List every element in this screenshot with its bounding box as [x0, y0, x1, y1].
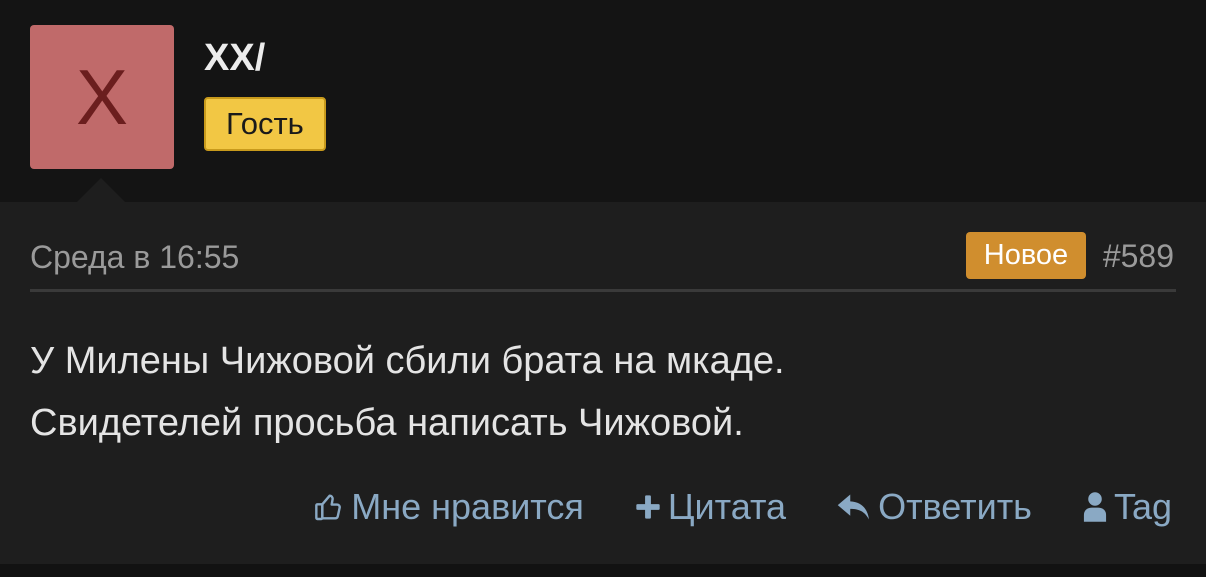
tag-button[interactable]: Tag [1082, 484, 1172, 530]
user-icon [1082, 491, 1108, 523]
post-number[interactable]: #589 [1103, 236, 1174, 276]
post-date[interactable]: Среда в 16:55 [30, 238, 239, 276]
post-body-line: Свидетелей просьба написать Чижовой. [30, 402, 744, 444]
tag-label: Tag [1113, 486, 1172, 527]
author-header: X XX/ Гость [0, 0, 1206, 203]
post-body-line: У Милены Чижовой сбили брата на мкаде. [30, 340, 785, 382]
quote-label: Цитата [667, 486, 787, 527]
reply-label: Ответить [878, 486, 1032, 527]
thumbs-up-icon [313, 491, 345, 523]
quote-button[interactable]: Цитата [634, 484, 786, 530]
avatar-letter: X [75, 53, 129, 141]
avatar-pointer-arrow [76, 178, 126, 203]
like-label: Мне нравится [351, 486, 584, 527]
like-button[interactable]: Мне нравится [313, 484, 584, 530]
divider [30, 289, 1176, 292]
reply-button[interactable]: Ответить [836, 484, 1032, 530]
avatar[interactable]: X [30, 25, 174, 169]
bottom-strip [0, 564, 1206, 577]
author-name[interactable]: XX/ [204, 36, 265, 80]
post-body: У Милены Чижовой сбили брата на мкаде. С… [30, 330, 1170, 454]
post-card: Среда в 16:55 Новое #589 У Милены Чижово… [0, 202, 1206, 564]
reply-icon [836, 492, 872, 522]
plus-icon [634, 493, 662, 521]
post-actions: Мне нравится Цитата Ответить Tag [313, 484, 1172, 530]
role-badge: Гость [204, 97, 326, 151]
new-badge: Новое [966, 232, 1086, 279]
